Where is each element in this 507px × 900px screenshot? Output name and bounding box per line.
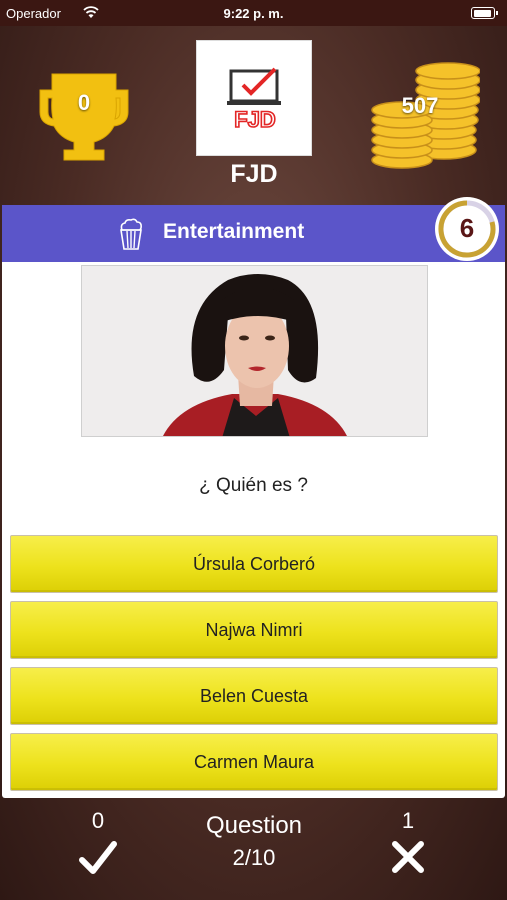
countdown-timer: 6 <box>435 197 499 261</box>
question-progress: 2/10 <box>232 845 276 870</box>
popcorn-icon <box>120 218 142 250</box>
close-icon <box>392 841 424 873</box>
answer-button-4[interactable]: Carmen Maura <box>10 733 498 791</box>
question-card: Entertainment 6 ¿ Quién es ? Úrsula Corb… <box>2 197 505 799</box>
timer-value: 6 <box>459 213 475 243</box>
correct-count: 0 <box>91 808 105 833</box>
answer-button-1[interactable]: Úrsula Corberó <box>10 535 498 593</box>
coin-count: 507 <box>401 93 439 118</box>
portrait-photo <box>82 266 427 436</box>
question-text: ¿ Quién es ? <box>199 475 308 496</box>
status-bar: Operador 9:22 p. m. <box>0 0 507 26</box>
answer-button-3[interactable]: Belen Cuesta <box>10 667 498 725</box>
trophy-count: 0 <box>77 90 91 115</box>
question-image <box>81 265 428 437</box>
score-footer: 0 Question 2/10 1 <box>0 800 507 900</box>
wrong-count: 1 <box>401 808 415 833</box>
user-avatar[interactable]: FJD <box>196 40 312 156</box>
answer-button-2[interactable]: Najwa Nimri <box>10 601 498 659</box>
category-bar: Entertainment <box>2 205 505 262</box>
check-icon <box>79 841 117 874</box>
logo-text: FJD <box>234 107 276 132</box>
trophy-icon <box>39 73 129 161</box>
user-name: FJD <box>230 160 278 188</box>
clock: 9:22 p. m. <box>223 6 284 21</box>
battery-icon <box>471 7 498 19</box>
category-label: Entertainment <box>163 220 305 243</box>
question-label: Question <box>205 812 303 839</box>
answer-list: Úrsula Corberó Najwa Nimri Belen Cuesta … <box>10 535 498 799</box>
